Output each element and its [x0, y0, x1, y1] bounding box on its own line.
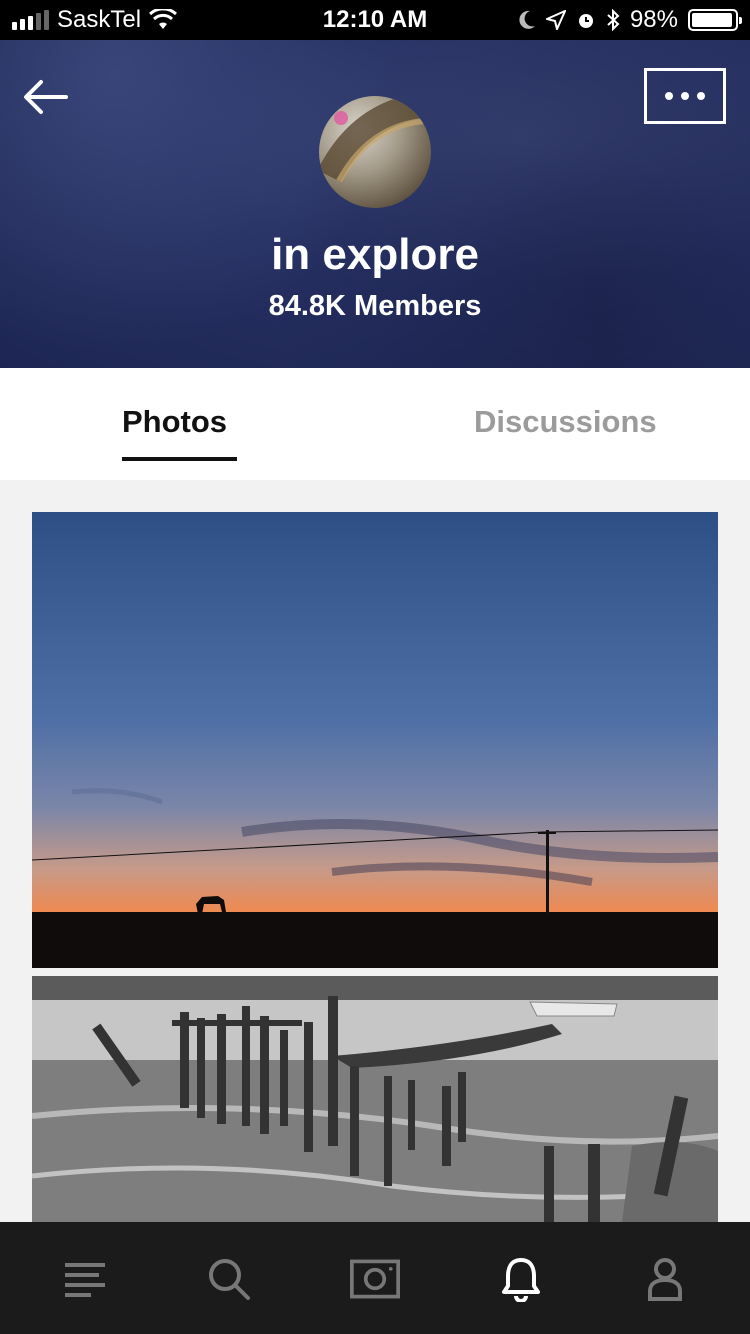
nav-notifications[interactable]: [496, 1254, 546, 1304]
group-title: in explore: [271, 230, 479, 279]
alarm-icon: [578, 14, 593, 28]
location-icon: [545, 10, 566, 30]
group-header: in explore 84.8K Members: [0, 40, 750, 368]
bell-icon: [502, 1258, 540, 1302]
photo-shipwreck[interactable]: [32, 976, 718, 1222]
member-count: 84.8K Members: [268, 290, 482, 322]
more-options-button[interactable]: [644, 68, 726, 124]
back-arrow-icon: [24, 80, 68, 114]
tab-discussions[interactable]: Discussions: [474, 404, 657, 440]
status-bar: SaskTel 12:10 AM 98%: [0, 0, 750, 40]
nav-upload[interactable]: [350, 1254, 400, 1304]
search-icon: [209, 1259, 250, 1300]
camera-icon: [350, 1259, 400, 1299]
more-icon: [665, 92, 705, 100]
battery-icon: [688, 9, 742, 31]
moon-icon: [519, 10, 535, 29]
group-avatar: [319, 96, 431, 208]
bluetooth-icon: [607, 9, 620, 31]
back-button[interactable]: [20, 72, 70, 122]
nav-search[interactable]: [204, 1254, 254, 1304]
bottom-nav: [0, 1222, 750, 1334]
photo-sunset[interactable]: [32, 512, 718, 968]
tab-bar: Photos Discussions: [0, 368, 750, 480]
nav-profile[interactable]: [640, 1254, 690, 1304]
nav-feed[interactable]: [60, 1254, 110, 1304]
tab-photos[interactable]: Photos: [122, 404, 227, 440]
profile-icon: [648, 1258, 682, 1301]
feed-icon: [65, 1263, 105, 1297]
active-tab-indicator: [122, 457, 237, 461]
battery-percent: 98%: [629, 6, 678, 33]
